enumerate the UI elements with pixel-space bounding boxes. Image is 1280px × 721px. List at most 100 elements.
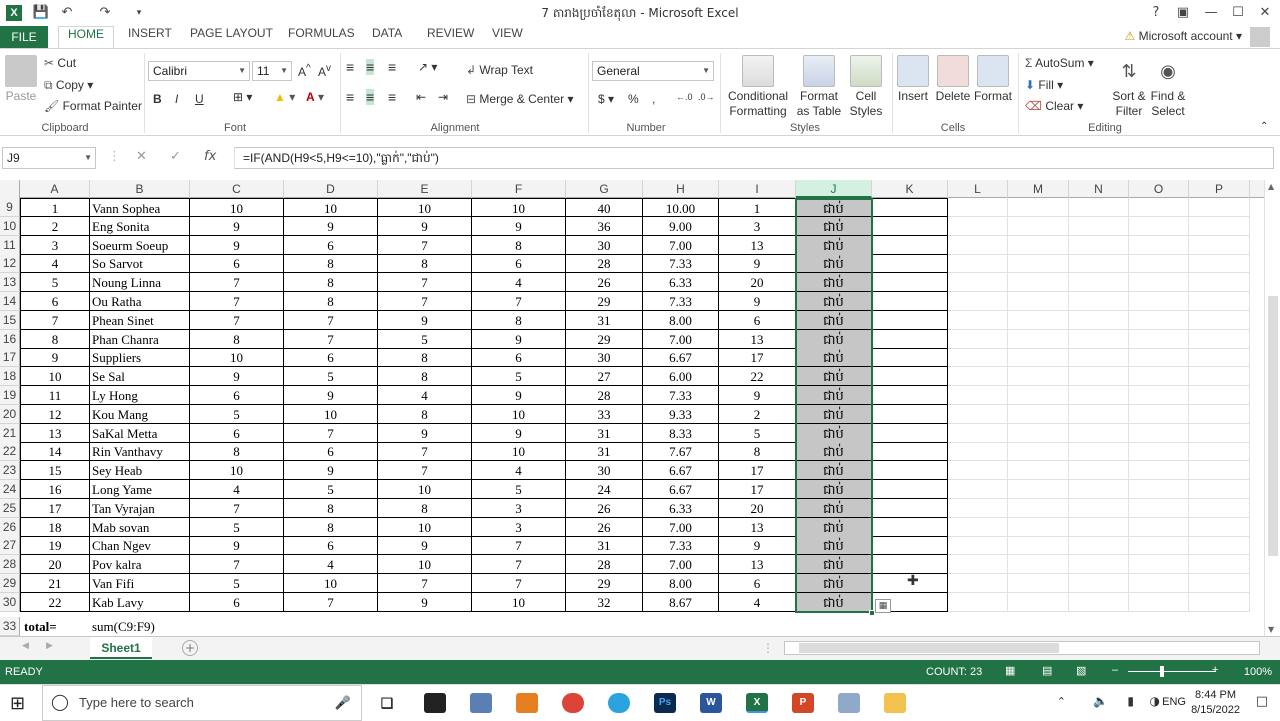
align-middle-icon[interactable]: ≡	[366, 59, 375, 75]
column-header-h[interactable]: H	[643, 180, 719, 198]
cell-h[interactable]: 8.67	[643, 593, 719, 612]
cell-f[interactable]: 10	[472, 593, 566, 612]
empty-cell[interactable]	[948, 593, 1008, 612]
cell-j[interactable]: ជាប់	[796, 555, 872, 574]
cell-c[interactable]: 7	[190, 311, 284, 330]
row-header[interactable]: 10	[0, 217, 20, 236]
empty-cell[interactable]	[1008, 236, 1069, 255]
empty-cell[interactable]	[1189, 461, 1250, 480]
borders-icon[interactable]: ⊞ ▾	[233, 90, 252, 104]
cell-b[interactable]: Van Fifi	[90, 574, 190, 593]
empty-cell[interactable]	[1069, 311, 1129, 330]
row-header[interactable]: 12	[0, 254, 20, 273]
empty-cell[interactable]	[1129, 330, 1189, 349]
empty-cell[interactable]	[1189, 574, 1250, 593]
cell-j[interactable]: ជាប់	[796, 499, 872, 518]
tab-review[interactable]: REVIEW	[418, 26, 483, 48]
cell-a[interactable]: 18	[20, 518, 90, 537]
cell-g[interactable]: 31	[566, 424, 643, 443]
battery-icon[interactable]: ▮	[1127, 694, 1134, 708]
cell-c[interactable]: 6	[190, 424, 284, 443]
empty-cell[interactable]	[1189, 442, 1250, 461]
row-header[interactable]: 19	[0, 386, 20, 405]
row-header[interactable]: 17	[0, 348, 20, 367]
empty-cell[interactable]	[1189, 480, 1250, 499]
cell-e[interactable]: 7	[378, 574, 472, 593]
cell-a[interactable]: 21	[20, 574, 90, 593]
zoom-level[interactable]: 100%	[1244, 666, 1272, 678]
cell-c[interactable]: 4	[190, 480, 284, 499]
empty-cell[interactable]	[1069, 480, 1129, 499]
empty-cell[interactable]	[948, 555, 1008, 574]
column-header-c[interactable]: C	[190, 180, 284, 198]
excel-taskbar-icon[interactable]: X	[746, 693, 768, 713]
tab-home[interactable]: HOME	[58, 26, 114, 49]
empty-cell[interactable]	[1069, 461, 1129, 480]
cell-d[interactable]: 5	[284, 480, 378, 499]
language-indicator[interactable]: ENG	[1162, 696, 1186, 708]
cell-c[interactable]: 8	[190, 330, 284, 349]
cell-e[interactable]: 10	[378, 198, 472, 217]
cell-d[interactable]: 8	[284, 499, 378, 518]
empty-cell[interactable]	[1069, 348, 1129, 367]
cell-f[interactable]: 7	[472, 555, 566, 574]
cell-j[interactable]: ជាប់	[796, 593, 872, 612]
row-header[interactable]: 27	[0, 536, 20, 555]
scroll-down-icon[interactable]: ▼	[1268, 625, 1274, 634]
telegram-icon[interactable]	[608, 693, 630, 713]
empty-cell[interactable]	[1069, 254, 1129, 273]
cell-a[interactable]: 20	[20, 555, 90, 574]
empty-cell[interactable]	[948, 367, 1008, 386]
cell-j[interactable]: ជាប់	[796, 424, 872, 443]
cell-h[interactable]: 7.33	[643, 536, 719, 555]
cell-d[interactable]: 6	[284, 348, 378, 367]
empty-cell[interactable]	[1069, 424, 1129, 443]
sort-filter-button[interactable]: ⇅ Sort & Filter	[1110, 55, 1148, 119]
empty-cell[interactable]	[948, 499, 1008, 518]
minimize-button[interactable]: —	[1198, 3, 1224, 23]
cell-b[interactable]: Se Sal	[90, 367, 190, 386]
cell-e[interactable]: 8	[378, 367, 472, 386]
collapse-ribbon-icon[interactable]: ⌃	[1260, 121, 1268, 132]
empty-cell[interactable]	[1008, 292, 1069, 311]
cell-b[interactable]: Suppliers	[90, 348, 190, 367]
row-header[interactable]: 28	[0, 555, 20, 574]
app-icon[interactable]	[838, 693, 860, 713]
cell-e[interactable]: 9	[378, 424, 472, 443]
cell-c[interactable]: 7	[190, 292, 284, 311]
cell-k[interactable]	[872, 292, 948, 311]
microphone-icon[interactable]: 🎤	[335, 686, 351, 720]
cell-c[interactable]: 10	[190, 198, 284, 217]
column-header-e[interactable]: E	[378, 180, 472, 198]
account-menu[interactable]: ⚠ Microsoft account ▾	[1124, 29, 1242, 43]
row-header[interactable]: 14	[0, 292, 20, 311]
cell-f[interactable]: 4	[472, 273, 566, 292]
cell-c[interactable]: 9	[190, 536, 284, 555]
cell-k[interactable]	[872, 198, 948, 217]
empty-cell[interactable]	[1129, 311, 1189, 330]
cell-a[interactable]: 22	[20, 593, 90, 612]
page-layout-view-icon[interactable]: ▤	[1042, 664, 1052, 677]
help-button[interactable]: ?	[1143, 3, 1169, 23]
cell-i[interactable]: 17	[719, 480, 796, 499]
cell-e[interactable]: 7	[378, 442, 472, 461]
cell-k[interactable]	[872, 236, 948, 255]
empty-cell[interactable]	[1069, 367, 1129, 386]
cell-h[interactable]: 6.00	[643, 367, 719, 386]
copy-button[interactable]: ⧉ Copy ▾	[44, 78, 93, 93]
cell-g[interactable]: 26	[566, 273, 643, 292]
scrollbar-thumb[interactable]	[799, 643, 1059, 653]
empty-cell[interactable]	[948, 292, 1008, 311]
cell-f[interactable]: 9	[472, 217, 566, 236]
cell-i[interactable]: 1	[719, 198, 796, 217]
scrollbar-thumb[interactable]	[1268, 296, 1278, 556]
cell-g[interactable]: 29	[566, 574, 643, 593]
empty-cell[interactable]	[1129, 424, 1189, 443]
insert-cells-button[interactable]: Insert	[896, 55, 930, 104]
cell-b[interactable]: Chan Ngev	[90, 536, 190, 555]
cell-h[interactable]: 9.33	[643, 405, 719, 424]
empty-cell[interactable]	[948, 574, 1008, 593]
cell-h[interactable]: 7.00	[643, 330, 719, 349]
cell-g[interactable]: 30	[566, 461, 643, 480]
cell-a[interactable]: 19	[20, 536, 90, 555]
